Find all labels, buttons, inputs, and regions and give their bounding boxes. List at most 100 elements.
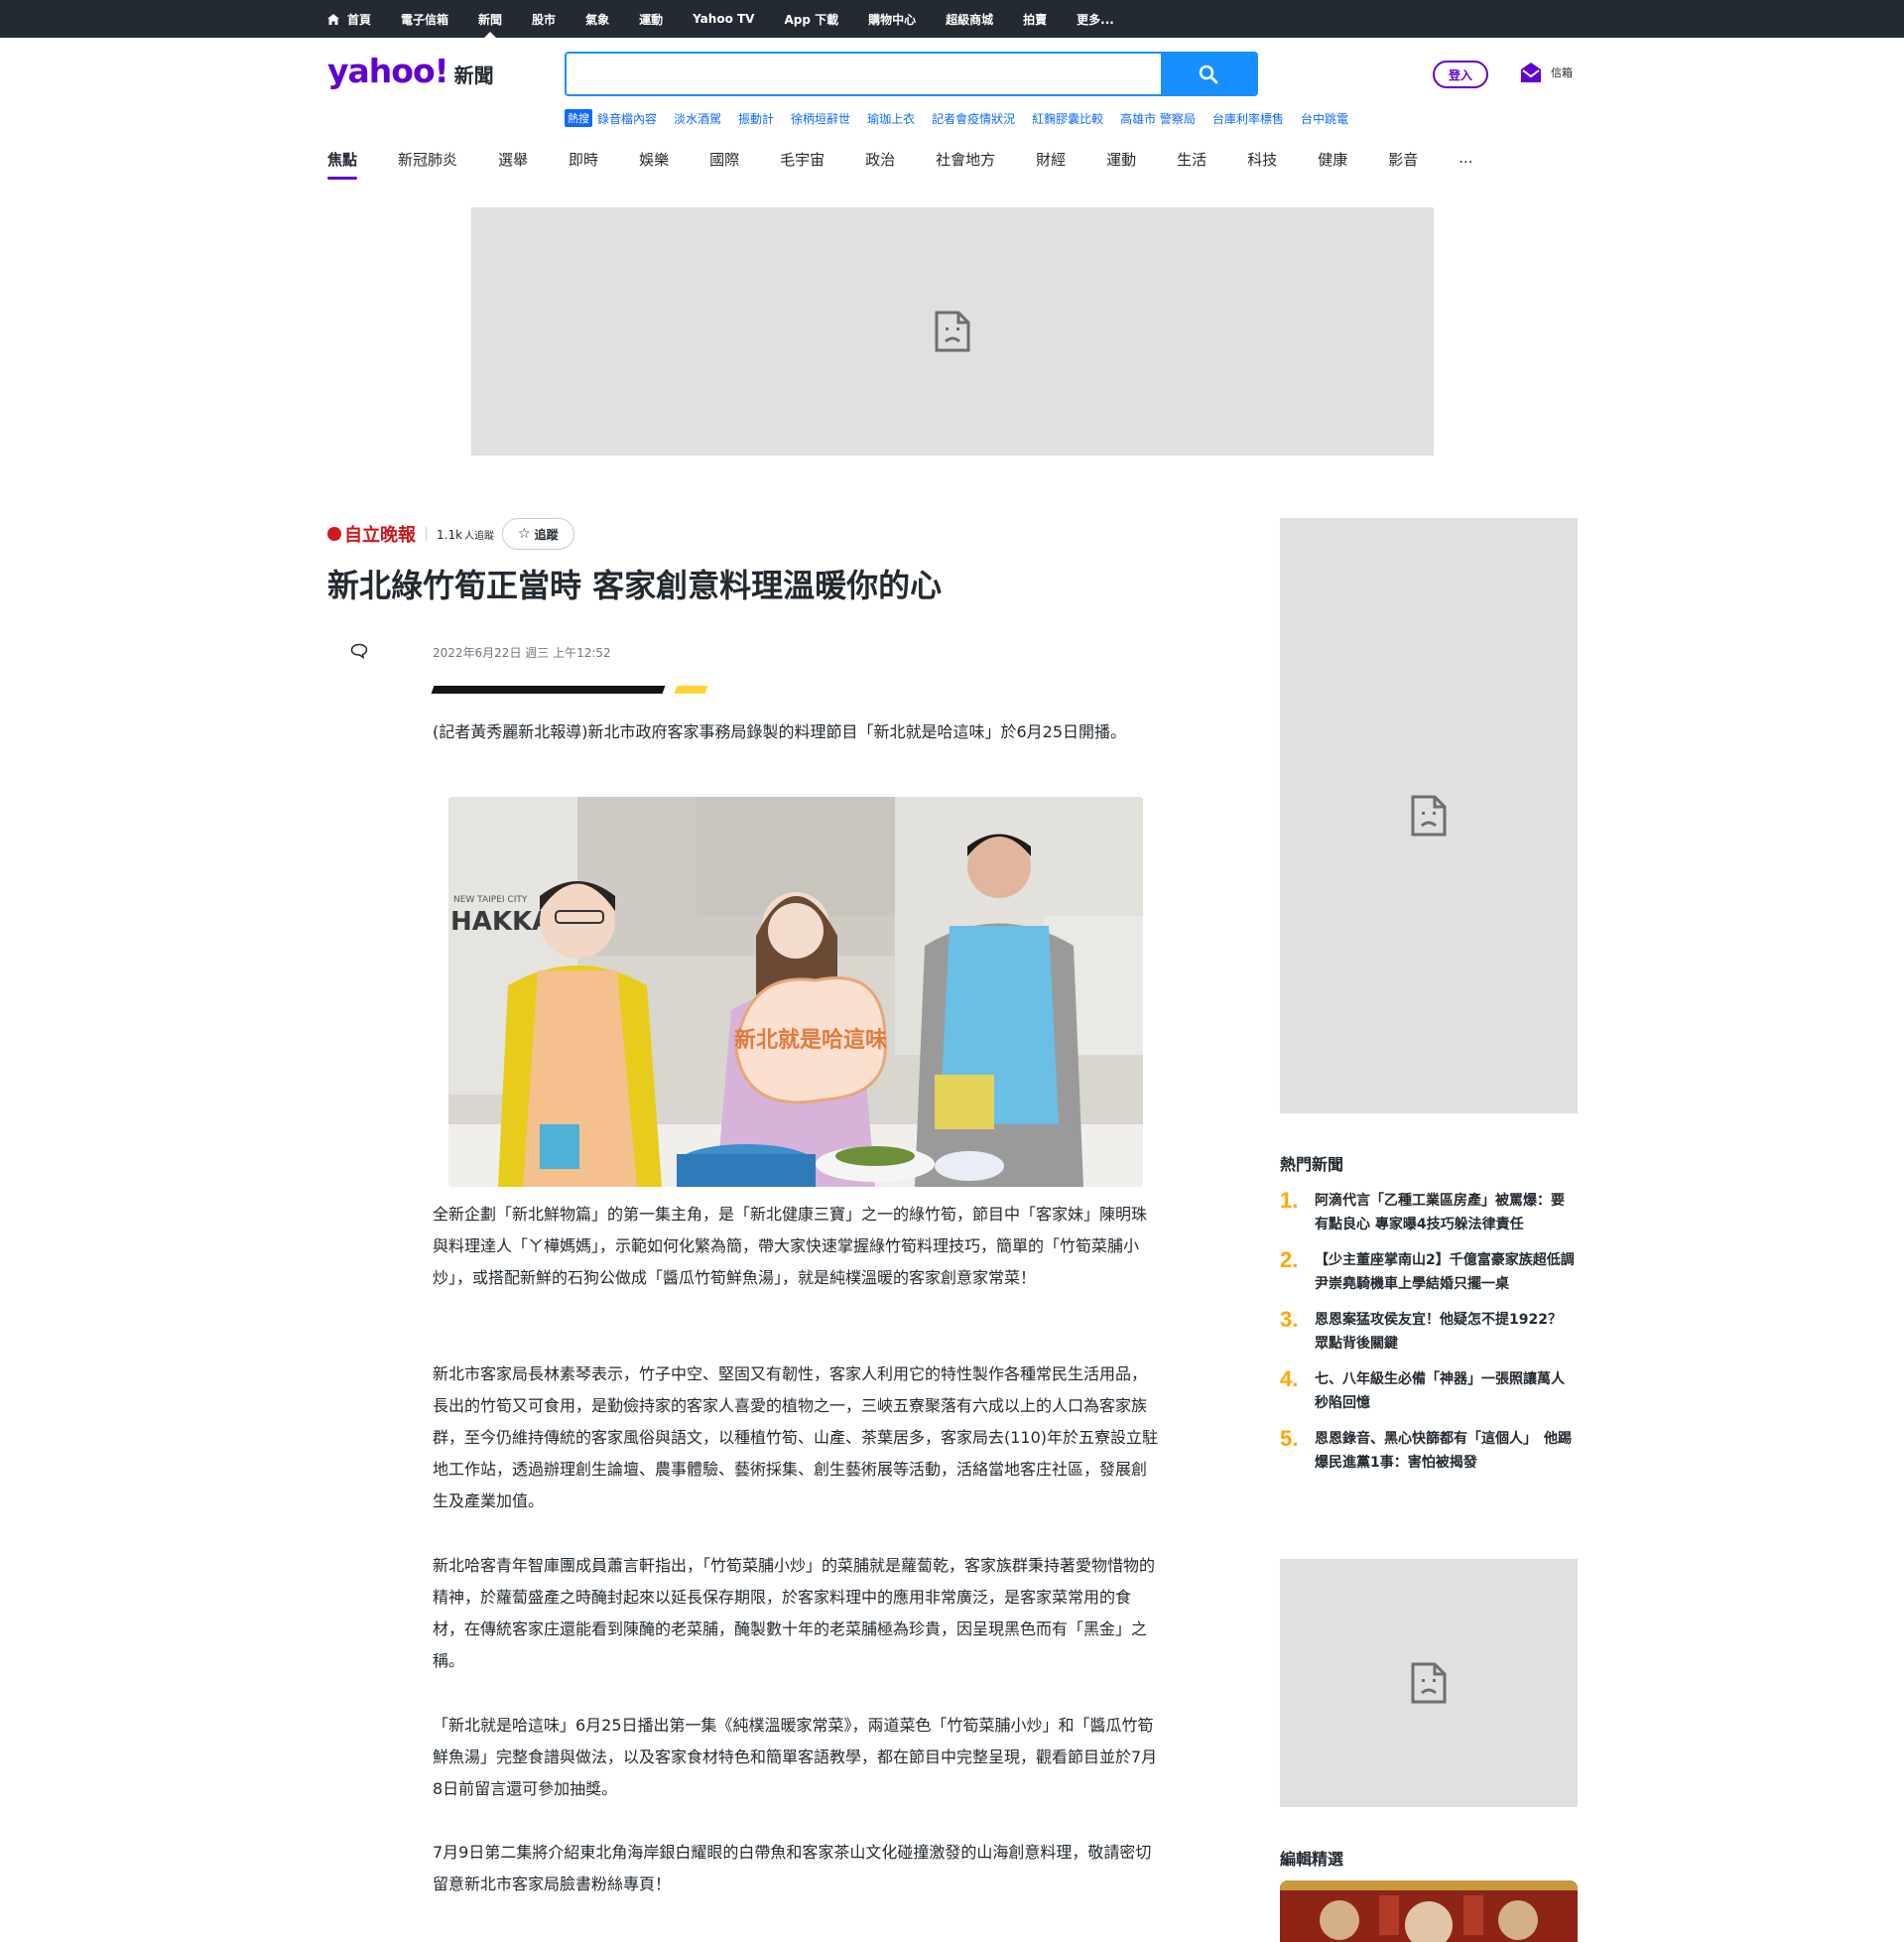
broken-image-icon (1411, 795, 1447, 837)
article-date: 2022年6月22日 週三 上午12:52 (433, 646, 611, 660)
article-photo[interactable]: NEW TAIPEI CITY HAKKA 新北就是哈這味 (448, 797, 1143, 1187)
category-international[interactable]: 國際 (709, 149, 739, 180)
trending-link[interactable]: 記者會疫情狀況 (932, 110, 1015, 127)
home-icon (327, 13, 339, 25)
trending-link[interactable]: 台庫利率標售 (1212, 110, 1284, 127)
article-paragraph: 新北哈客青年智庫團成員蕭言軒指出，「竹筍菜脯小炒」的菜脯就是蘿蔔乾，客家族群秉持… (433, 1556, 1156, 1670)
category-politics[interactable]: 政治 (865, 149, 895, 180)
sidebar-ad-placeholder-2[interactable] (1280, 1559, 1578, 1807)
trending-link[interactable]: 紅麴膠囊比較 (1032, 110, 1103, 127)
trending-link[interactable]: 徐柄垣辭世 (791, 110, 850, 127)
hot-news-headline: 七、八年級生必備「神器」一張照讓萬人秒陷回憶 (1315, 1371, 1565, 1411)
comment-icon[interactable] (350, 643, 368, 659)
decorative-bar-black (431, 686, 666, 694)
topnav-mall[interactable]: 超級商城 (946, 0, 993, 38)
editor-pick-illustration (1280, 1880, 1578, 1942)
article-photo-illustration: NEW TAIPEI CITY HAKKA 新北就是哈這味 (448, 797, 1143, 1187)
broken-image-icon (1411, 1662, 1447, 1704)
hot-news-item[interactable]: 2. 【少主董座掌南山2】千億富豪家族超低調 尹崇堯騎機車上學結婚只擺一桌 (1280, 1247, 1588, 1296)
category-entertainment[interactable]: 娛樂 (639, 149, 669, 180)
topnav-weather[interactable]: 氣象 (585, 0, 609, 38)
top-nav-list: 首頁 電子信箱 新聞 股市 氣象 運動 Yahoo TV App 下載 購物中心… (327, 0, 1144, 38)
trending-link[interactable]: 台中跳電 (1301, 110, 1348, 127)
category-pets[interactable]: 毛宇宙 (780, 149, 825, 180)
yahoo-logo-text: yahoo! (327, 52, 449, 90)
topnav-mail[interactable]: 電子信箱 (401, 0, 448, 38)
topnav-sports[interactable]: 運動 (639, 0, 663, 38)
hot-news-rank: 5. (1280, 1426, 1299, 1451)
category-society[interactable]: 社會地方 (936, 149, 995, 180)
hot-news-item[interactable]: 3. 恩恩案猛攻侯友宜！他疑怎不提1922？ 眾點背後關鍵 (1280, 1308, 1578, 1356)
category-life[interactable]: 生活 (1177, 149, 1206, 180)
category-tech[interactable]: 科技 (1247, 149, 1277, 180)
category-video[interactable]: 影音 (1388, 149, 1418, 180)
category-finance[interactable]: 財經 (1036, 149, 1066, 180)
article-paragraph: 7月9日第二集將介紹東北角海岸銀白耀眼的白帶魚和客家茶山文化碰撞激發的山海創意料… (433, 1843, 1152, 1893)
decorative-bar-yellow (674, 686, 708, 694)
mail-icon (1521, 63, 1541, 82)
topnav-finance[interactable]: 股市 (532, 0, 556, 38)
topnav-more[interactable]: 更多... (1077, 0, 1114, 38)
category-covid[interactable]: 新冠肺炎 (398, 149, 457, 180)
article-paragraph: 新北市客家局長林素琴表示，竹子中空、堅固又有韌性，客家人利用它的特性製作各種常民… (433, 1364, 1159, 1510)
topnav-news[interactable]: 新聞 (478, 0, 502, 38)
article-paragraph: 全新企劃「新北鮮物篇」的第一集主角，是「新北健康三寶」之一的綠竹筍，節目中「客家… (433, 1205, 1148, 1287)
category-more[interactable]: ... (1459, 149, 1472, 180)
category-health[interactable]: 健康 (1318, 149, 1347, 180)
follower-suffix: 人追蹤 (464, 530, 495, 542)
trending-link[interactable]: 淡水酒駕 (674, 110, 721, 127)
hot-news-headline: 阿滴代言「乙種工業區房產」被罵爆：要有點良心 專家曝4技巧躲法律責任 (1315, 1193, 1565, 1232)
follower-number: 1.1k (437, 527, 463, 542)
photo-city-text: NEW TAIPEI CITY (453, 895, 528, 905)
category-focus[interactable]: 焦點 (327, 149, 358, 180)
trending-link[interactable]: 高雄市 警察局 (1120, 110, 1196, 127)
topnav-yahoo-tv[interactable]: Yahoo TV (693, 0, 754, 38)
top-ad-placeholder[interactable] (471, 207, 1434, 455)
hot-news-headline: 【少主董座掌南山2】千億富豪家族超低調 尹崇堯騎機車上學結婚只擺一桌 (1315, 1252, 1588, 1292)
hot-news-rank: 2. (1280, 1247, 1299, 1272)
hot-news-headline: 恩恩案猛攻侯友宜！他疑怎不提1922？ 眾點背後關鍵 (1315, 1312, 1576, 1352)
search-input[interactable] (567, 54, 1161, 94)
trending-link[interactable]: 振動計 (738, 110, 774, 127)
search-icon (1199, 65, 1218, 83)
follow-label: 追蹤 (534, 527, 559, 542)
publisher-mark-icon (327, 527, 341, 541)
topnav-auction[interactable]: 拍賣 (1023, 0, 1047, 38)
hot-news-item[interactable]: 1. 阿滴代言「乙種工業區房產」被罵爆：要有點良心 專家曝4技巧躲法律責任 (1280, 1189, 1578, 1236)
editor-pick-image[interactable] (1280, 1880, 1578, 1942)
publisher-logo[interactable]: 自立晚報 (327, 521, 416, 547)
trending-link[interactable]: 錄音檔內容 (597, 110, 657, 127)
editor-picks-heading: 編輯精選 (1280, 1850, 1344, 1869)
broken-image-icon (935, 311, 970, 352)
hot-news-item[interactable]: 4. 七、八年級生必備「神器」一張照讓萬人秒陷回憶 (1280, 1367, 1578, 1415)
signin-button[interactable]: 登入 (1433, 61, 1488, 88)
hot-news-item[interactable]: 5. 恩恩錄音、黑心快篩都有「這個人」 他踢爆民進黨1事：害怕被揭發 (1280, 1427, 1578, 1475)
search-button[interactable] (1161, 54, 1256, 94)
article-paragraph: 「新北就是哈這味」6月25日播出第一集《純樸溫暖家常菜》，兩道菜色「竹筍菜脯小炒… (433, 1716, 1158, 1798)
category-realtime[interactable]: 即時 (569, 149, 598, 180)
article-paragraph: (記者黃秀麗新北報導)新北市政府客家事務局錄製的料理節目「新北就是哈這味」於6月… (433, 722, 1127, 741)
follow-button[interactable]: ☆ 追蹤 (502, 518, 574, 550)
category-sports[interactable]: 運動 (1106, 149, 1136, 180)
star-icon: ☆ (518, 526, 531, 542)
category-election[interactable]: 選舉 (498, 149, 528, 180)
article-source: 自立晚報 1.1k 人追蹤 ☆ 追蹤 (327, 518, 574, 550)
topnav-home[interactable]: 首頁 (327, 0, 371, 38)
topnav-app-download[interactable]: App 下載 (784, 0, 838, 38)
mail-label: 信箱 (1551, 66, 1573, 79)
hot-news-list: 1. 阿滴代言「乙種工業區房產」被罵爆：要有點良心 專家曝4技巧躲法律責任 2. 【… (1280, 1189, 1588, 1487)
sidebar-ad-placeholder[interactable] (1280, 518, 1578, 1113)
top-navigation-bar: 首頁 電子信箱 新聞 股市 氣象 運動 Yahoo TV App 下載 購物中心… (0, 0, 1904, 38)
hot-news-heading: 熱門新聞 (1280, 1155, 1344, 1174)
follower-count: 1.1k 人追蹤 (437, 527, 494, 542)
search-box (565, 52, 1258, 96)
source-divider (426, 527, 427, 541)
topnav-shopping[interactable]: 購物中心 (868, 0, 916, 38)
trending-link[interactable]: 瑜珈上衣 (867, 110, 915, 127)
yahoo-news-logo[interactable]: yahoo! 新聞 (327, 52, 494, 90)
photo-hakka-text: HAKKA (450, 907, 552, 937)
hot-news-rank: 3. (1280, 1307, 1299, 1332)
news-logo-suffix: 新聞 (453, 64, 494, 87)
trending-searches: 熱搜 錄音檔內容 淡水酒駕 振動計 徐柄垣辭世 瑜珈上衣 記者會疫情狀況 紅麴膠… (565, 109, 1365, 127)
mail-link[interactable]: 信箱 (1519, 62, 1573, 83)
